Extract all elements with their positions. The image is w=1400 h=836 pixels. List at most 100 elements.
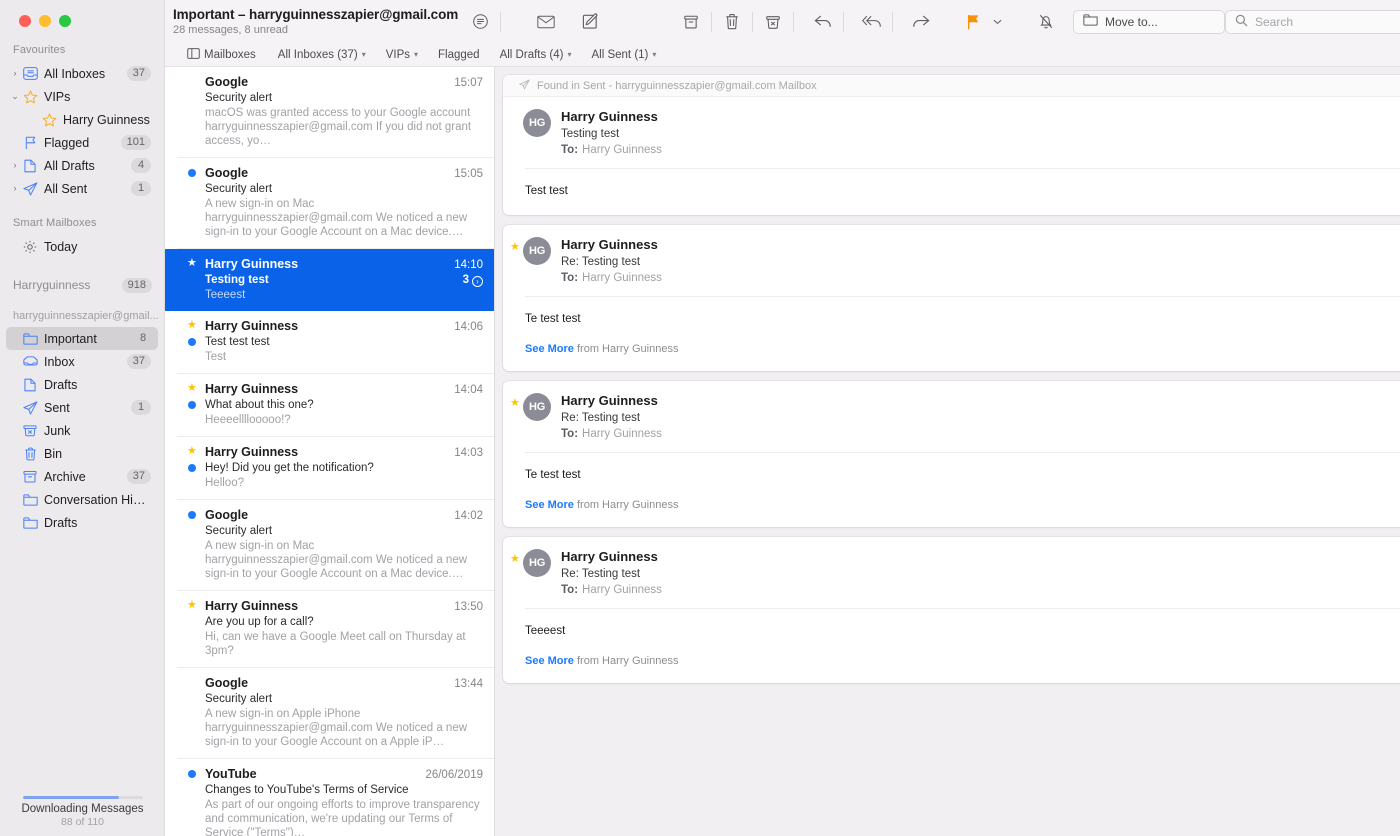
message-subject: Test test test (205, 336, 270, 348)
chevron-down-icon[interactable]: ▾ (362, 50, 366, 59)
message-list-item[interactable]: ★ Harry Guinness 13:50 Are you up for a cal… (177, 591, 494, 668)
sidebar-item-count: 101 (120, 135, 151, 150)
filter-item-label: Flagged (438, 48, 480, 61)
sidebar-item-all-drafts[interactable]: › All Drafts 4 (6, 154, 158, 177)
sidebar-item-all-sent[interactable]: › All Sent 1 (6, 177, 158, 200)
mark-unread-icon[interactable] (531, 9, 561, 35)
message-card[interactable]: ★ HG Harry Guinness Re: Testing test To: Harr… (503, 381, 1400, 527)
disclosure-triangle-icon[interactable]: ⌄ (9, 92, 21, 101)
filter-item-all-inboxes-37[interactable]: All Inboxes (37) ▾ (268, 44, 376, 66)
message-card[interactable]: ★ HG Harry Guinness Re: Testing test To: Harr… (503, 537, 1400, 683)
flag-icon[interactable] (958, 9, 988, 35)
filter-item-flagged[interactable]: Flagged (428, 44, 490, 66)
unread-dot-icon[interactable] (188, 770, 196, 778)
mailboxes-toggle[interactable]: Mailboxes (177, 44, 266, 66)
vip-star-icon: ★ (187, 382, 197, 394)
sidebar-item-count: 37 (126, 469, 151, 484)
avatar: HG (523, 109, 551, 137)
sidebar-item-bin[interactable]: Bin (6, 442, 158, 465)
sidebar-item-drafts[interactable]: Drafts (6, 373, 158, 396)
flag-outline-icon (21, 136, 39, 150)
thread-expand-icon[interactable]: › (472, 275, 483, 287)
filter-item-vips[interactable]: VIPs ▾ (376, 44, 428, 66)
sidebar-item-vips[interactable]: ⌄ VIPs (6, 85, 158, 108)
thread-badge: 3 › (463, 274, 483, 287)
filter-item-all-sent-1[interactable]: All Sent (1) ▾ (582, 44, 667, 66)
disclosure-triangle-icon[interactable]: › (9, 161, 21, 170)
sidebar-item-label: Sent (44, 400, 70, 415)
maximise-window-button[interactable] (59, 15, 71, 27)
sidebar-item-label: Inbox (44, 354, 75, 369)
sidebar-item-inbox[interactable]: Inbox 37 (6, 350, 158, 373)
unread-dot-icon[interactable] (188, 338, 196, 346)
message-card-sender: Harry Guinness (561, 109, 658, 124)
message-filter-icon[interactable] (465, 9, 495, 35)
message-subject: What about this one? (205, 399, 314, 411)
junk-icon[interactable] (758, 9, 788, 35)
mute-bell-icon[interactable] (1031, 9, 1061, 35)
message-list-item[interactable]: ★ Harry Guinness 14:10 Testing test 3 › Teeees… (165, 249, 494, 311)
message-time: 14:06 (454, 321, 483, 333)
move-to-label: Move to... (1105, 14, 1158, 29)
toolbar-divider-3 (752, 11, 753, 32)
see-more-suffix: from Harry Guinness (573, 655, 679, 667)
message-list[interactable]: Google 15:07 Security alert macOS was grant… (165, 67, 495, 836)
sidebar-account-group[interactable]: Harryguinness 918 (0, 274, 164, 296)
unread-dot-icon[interactable] (188, 464, 196, 472)
message-list-item[interactable]: Google 15:07 Security alert macOS was grant… (177, 67, 494, 158)
trash-icon[interactable] (717, 9, 747, 35)
sidebar-item-flagged[interactable]: Flagged 101 (6, 131, 158, 154)
message-list-item[interactable]: Google 15:05 Security alert A new sign-in o… (177, 158, 494, 249)
message-list-item[interactable]: ★ Harry Guinness 14:06 Test test test Test (177, 311, 494, 374)
message-list-item[interactable]: YouTube 26/06/2019 Changes to YouTube's Te… (177, 759, 494, 836)
sidebar-item-label: All Drafts (44, 158, 95, 173)
flag-chevron-down-icon[interactable] (988, 19, 1006, 25)
message-list-item[interactable]: Google 13:44 Security alert A new sign-in o… (177, 668, 494, 759)
disclosure-triangle-icon[interactable]: › (9, 184, 21, 193)
message-snippet: As part of our ongoing efforts to improv… (205, 799, 480, 836)
toolbar: Important – harryguinnesszapier@gmail.co… (165, 0, 1400, 43)
see-more-link[interactable]: See More (525, 343, 574, 355)
sidebar-item-junk[interactable]: Junk (6, 419, 158, 442)
sidebar-item-important[interactable]: Important 8 (6, 327, 158, 350)
sent-paperplane-icon (519, 79, 530, 93)
message-card[interactable]: Found in Sent - harryguinnesszapier@gmai… (503, 75, 1400, 215)
compose-icon[interactable] (575, 9, 605, 35)
sidebar-item-sent[interactable]: Sent 1 (6, 396, 158, 419)
see-more-link[interactable]: See More (525, 655, 574, 667)
see-more-row: See More from Harry Guinness (503, 499, 1400, 527)
reply-all-icon[interactable] (857, 9, 887, 35)
sidebar-item-today[interactable]: Today (6, 235, 158, 258)
message-list-item[interactable]: Google 14:02 Security alert A new sign-in o… (177, 500, 494, 591)
search-input[interactable]: Search (1225, 9, 1400, 34)
chevron-down-icon[interactable]: ▾ (567, 50, 571, 59)
message-card-header: ★ HG Harry Guinness Re: Testing test To: Harr… (503, 225, 1400, 284)
see-more-suffix: from Harry Guinness (573, 343, 679, 355)
sidebar-item-harry-guinness[interactable]: Harry Guinness (6, 108, 158, 131)
message-card[interactable]: ★ HG Harry Guinness Re: Testing test To: Harr… (503, 225, 1400, 371)
message-snippet: Heeeellllooooo!? (205, 414, 291, 426)
filter-item-all-drafts-4[interactable]: All Drafts (4) ▾ (490, 44, 582, 66)
message-list-item[interactable]: ★ Harry Guinness 14:03 Hey! Did you get the… (177, 437, 494, 500)
vip-star-icon: ★ (187, 445, 197, 457)
move-to-button[interactable]: Move to... (1073, 9, 1225, 34)
sidebar-item-archive[interactable]: Archive 37 (6, 465, 158, 488)
disclosure-triangle-icon[interactable]: › (9, 69, 21, 78)
forward-icon[interactable] (906, 9, 936, 35)
sidebar-item-drafts[interactable]: Drafts (6, 511, 158, 534)
minimise-window-button[interactable] (39, 15, 51, 27)
chevron-down-icon[interactable]: ▾ (414, 50, 418, 59)
sent-paperplane-icon (21, 181, 39, 196)
unread-dot-icon[interactable] (188, 401, 196, 409)
message-list-item[interactable]: ★ Harry Guinness 14:04 What about this one?… (177, 374, 494, 437)
reply-icon[interactable] (808, 9, 838, 35)
see-more-link[interactable]: See More (525, 499, 574, 511)
unread-dot-icon[interactable] (188, 511, 196, 519)
message-card-subject: Re: Testing test (561, 412, 641, 424)
archive-icon[interactable] (676, 9, 706, 35)
close-window-button[interactable] (19, 15, 31, 27)
unread-dot-icon[interactable] (188, 169, 196, 177)
sidebar-item-all-inboxes[interactable]: › All Inboxes 37 (6, 62, 158, 85)
sidebar-item-conversation-history[interactable]: Conversation History (6, 488, 158, 511)
chevron-down-icon[interactable]: ▾ (652, 50, 656, 59)
